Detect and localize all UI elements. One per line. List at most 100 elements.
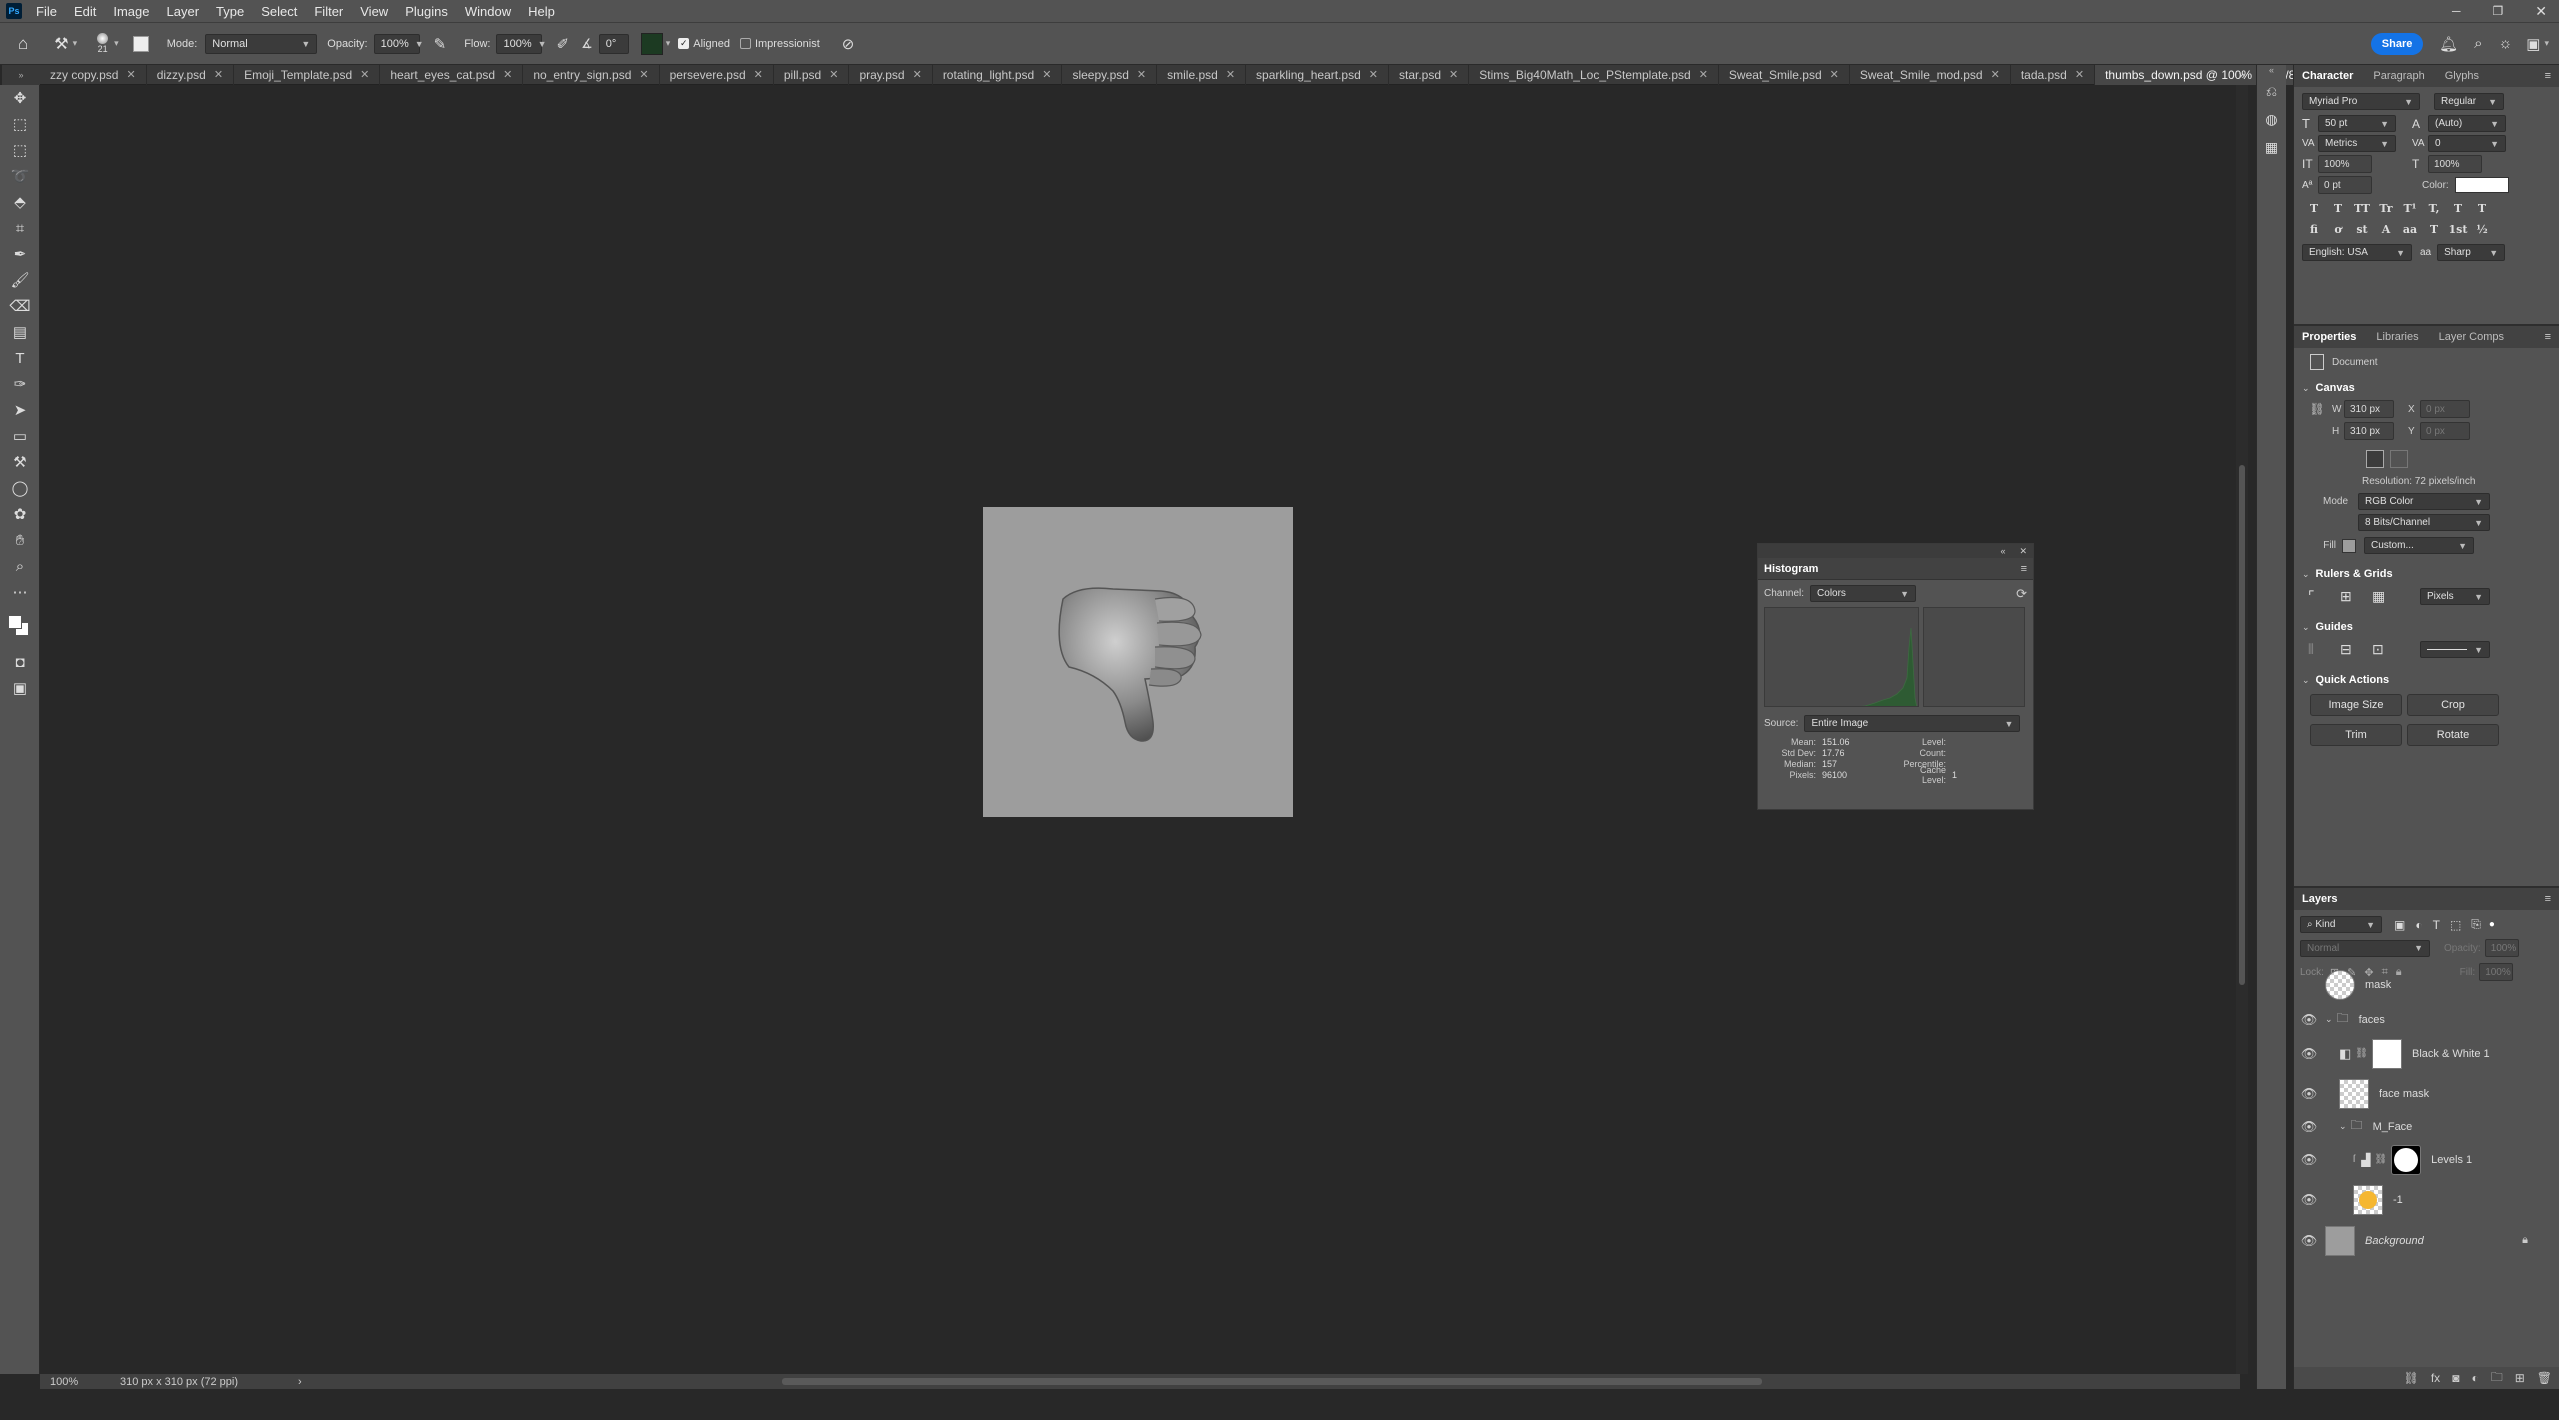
filter-pixel-icon[interactable]: ▣ xyxy=(2394,918,2405,932)
visibility-eye-icon[interactable]: 👁︎ xyxy=(2297,1152,2321,1168)
app-logo[interactable]: Ps xyxy=(6,3,22,19)
layer-thumbnail[interactable] xyxy=(2325,969,2355,1000)
panel-menu-icon[interactable]: ≡ xyxy=(2545,893,2551,905)
document-tab[interactable]: zzy copy.psd ✕ xyxy=(40,64,147,85)
chevron-down-icon[interactable]: ⌄ xyxy=(2339,1121,2347,1132)
brush-chevron-icon[interactable]: ▾ xyxy=(114,38,119,49)
type-style-button[interactable]: T xyxy=(2326,202,2350,215)
visibility-eye-icon[interactable]: 👁︎ xyxy=(2297,1119,2321,1135)
layer-row[interactable]: 👁︎ -1 xyxy=(2297,1183,2540,1216)
layer-thumbnail[interactable] xyxy=(2339,1078,2369,1109)
close-tab-icon[interactable]: ✕ xyxy=(829,68,838,81)
object-select-tool-icon[interactable]: ⬘ xyxy=(0,189,40,215)
antialias-select[interactable]: Sharp ▼ xyxy=(2437,244,2506,261)
tab-glyphs[interactable]: Glyphs xyxy=(2445,70,2479,82)
menu-type[interactable]: Type xyxy=(216,4,244,19)
grid-icon[interactable]: ⊞ xyxy=(2340,588,2372,605)
aligned-checkbox[interactable]: ✓ Aligned xyxy=(678,38,730,50)
document-tab[interactable]: smile.psd ✕ xyxy=(1157,64,1247,85)
document-tab[interactable]: Emoji_Template.psd ✕ xyxy=(234,64,381,85)
canvas-width-field[interactable]: 310 px xyxy=(2344,400,2394,418)
layer-row[interactable]: 👁︎ ſ ▟ ⛓ Levels 1 xyxy=(2297,1143,2540,1176)
chain-link-icon[interactable]: ⛓ xyxy=(2374,1154,2387,1165)
tab-paragraph[interactable]: Paragraph xyxy=(2373,70,2424,82)
document-tab[interactable]: persevere.psd ✕ xyxy=(660,64,774,85)
zoom-tool-icon[interactable]: ⌕ xyxy=(0,553,40,579)
document-tab[interactable]: Sweat_Smile_mod.psd ✕ xyxy=(1850,64,2011,85)
menu-image[interactable]: Image xyxy=(113,4,149,19)
discover-icon[interactable]: ☼ xyxy=(2499,35,2513,52)
fill-select[interactable]: Custom... ▼ xyxy=(2364,537,2474,554)
new-group-icon[interactable]: 🗀︎ xyxy=(2491,1368,2503,1389)
guide-layout-icon[interactable]: ⊟ xyxy=(2340,641,2372,658)
channel-select[interactable]: Colors ▼ xyxy=(1810,585,1917,602)
panel-menu-icon[interactable]: ≡ xyxy=(2021,563,2027,575)
close-tab-icon[interactable]: ✕ xyxy=(1137,68,1146,81)
brush-preview[interactable]: 21 xyxy=(97,33,109,54)
color-swatches[interactable] xyxy=(0,605,40,649)
new-layer-icon[interactable]: ⊞ xyxy=(2515,1371,2525,1385)
guide-vertical-icon[interactable]: ⫴ xyxy=(2308,641,2340,658)
filter-toggle-icon[interactable]: ● xyxy=(2489,919,2495,930)
layer-row[interactable]: mask xyxy=(2297,968,2540,1001)
menu-help[interactable]: Help xyxy=(528,4,555,19)
close-tab-icon[interactable]: ✕ xyxy=(503,68,512,81)
fill-swatch[interactable] xyxy=(2342,538,2356,553)
sample-swatch-icon[interactable] xyxy=(640,32,663,55)
opentype-button[interactable]: A xyxy=(2374,223,2398,236)
horizontal-scale-field[interactable]: 100% xyxy=(2428,155,2482,173)
flow-field[interactable]: 100% ▼ xyxy=(496,33,547,54)
artboard-tool-icon[interactable]: ⬚ xyxy=(0,111,40,137)
rectangle-tool-icon[interactable]: ▭ xyxy=(0,423,40,449)
collapse-panel-icon[interactable]: « xyxy=(2000,546,2005,556)
lasso-tool-icon[interactable]: ➰ xyxy=(0,163,40,189)
add-mask-icon[interactable]: ◙ xyxy=(2452,1371,2459,1385)
home-icon[interactable]: ⌂ xyxy=(18,34,28,54)
layer-row[interactable]: 👁︎ ⌄ 🗀︎ faces xyxy=(2297,1003,2540,1036)
bit-depth-select[interactable]: 8 Bits/Channel ▼ xyxy=(2358,514,2490,531)
marquee-tool-icon[interactable]: ⬚ xyxy=(0,137,40,163)
status-arrow-icon[interactable]: › xyxy=(298,1376,302,1388)
close-tab-icon[interactable]: ✕ xyxy=(1830,68,1839,81)
chevron-down-icon[interactable]: ⌄ xyxy=(2302,622,2310,633)
close-tab-icon[interactable]: ✕ xyxy=(126,68,135,81)
filter-shape-icon[interactable]: ⬚ xyxy=(2450,918,2461,932)
opentype-button[interactable]: T xyxy=(2422,223,2446,236)
rotate-button[interactable]: Rotate xyxy=(2407,724,2499,746)
menu-edit[interactable]: Edit xyxy=(74,4,96,19)
mode-select[interactable]: Normal ▼ xyxy=(205,33,318,54)
hand-tool-icon[interactable]: ✋︎ xyxy=(0,527,40,553)
portrait-orientation-icon[interactable] xyxy=(2366,450,2384,468)
close-panel-icon[interactable]: ✕ xyxy=(2019,546,2027,557)
ignore-adjustment-icon[interactable]: ⊘ xyxy=(842,35,855,53)
visibility-eye-icon[interactable]: 👁︎ xyxy=(2297,1192,2321,1208)
layer-mask-thumbnail[interactable] xyxy=(2391,1144,2422,1175)
document-tab[interactable]: star.psd ✕ xyxy=(1389,64,1470,85)
close-tab-icon[interactable]: ✕ xyxy=(754,68,763,81)
landscape-orientation-icon[interactable] xyxy=(2390,450,2408,468)
opentype-button[interactable]: ơ xyxy=(2326,223,2350,236)
close-window-icon[interactable]: ✕ xyxy=(2535,3,2547,20)
type-style-button[interactable]: T¹ xyxy=(2398,202,2422,215)
type-tool-icon[interactable]: T xyxy=(0,345,40,371)
link-dimensions-icon[interactable]: ⛓ xyxy=(2302,402,2332,416)
quick-mask-icon[interactable]: ◘ xyxy=(0,649,40,675)
document-tab[interactable]: tada.psd ✕ xyxy=(2011,64,2096,85)
tab-libraries[interactable]: Libraries xyxy=(2376,331,2418,343)
menu-filter[interactable]: Filter xyxy=(314,4,343,19)
font-family-select[interactable]: Myriad Pro ▼ xyxy=(2302,93,2420,110)
document-tab[interactable]: Sweat_Smile.psd ✕ xyxy=(1719,64,1850,85)
tab-character[interactable]: Character xyxy=(2302,70,2353,82)
ellipse-tool-icon[interactable]: ◯ xyxy=(0,475,40,501)
adjustments-icon[interactable]: ◍ xyxy=(2257,111,2286,139)
lock-icon[interactable]: 🔒︎ xyxy=(2522,1234,2528,1247)
layer-filter-select[interactable]: ⌕ Kind ▼ xyxy=(2300,916,2382,933)
opentype-button[interactable]: aa xyxy=(2398,223,2422,236)
document-tab[interactable]: sleepy.psd ✕ xyxy=(1062,64,1158,85)
angle-field[interactable]: 0° xyxy=(598,33,629,54)
close-tab-icon[interactable]: ✕ xyxy=(1699,68,1708,81)
brush-settings-icon[interactable] xyxy=(132,35,149,52)
panel-menu-icon[interactable]: ≡ xyxy=(2545,70,2551,82)
visibility-eye-icon[interactable]: 👁︎ xyxy=(2297,1012,2321,1028)
close-tab-icon[interactable]: ✕ xyxy=(1369,68,1378,81)
